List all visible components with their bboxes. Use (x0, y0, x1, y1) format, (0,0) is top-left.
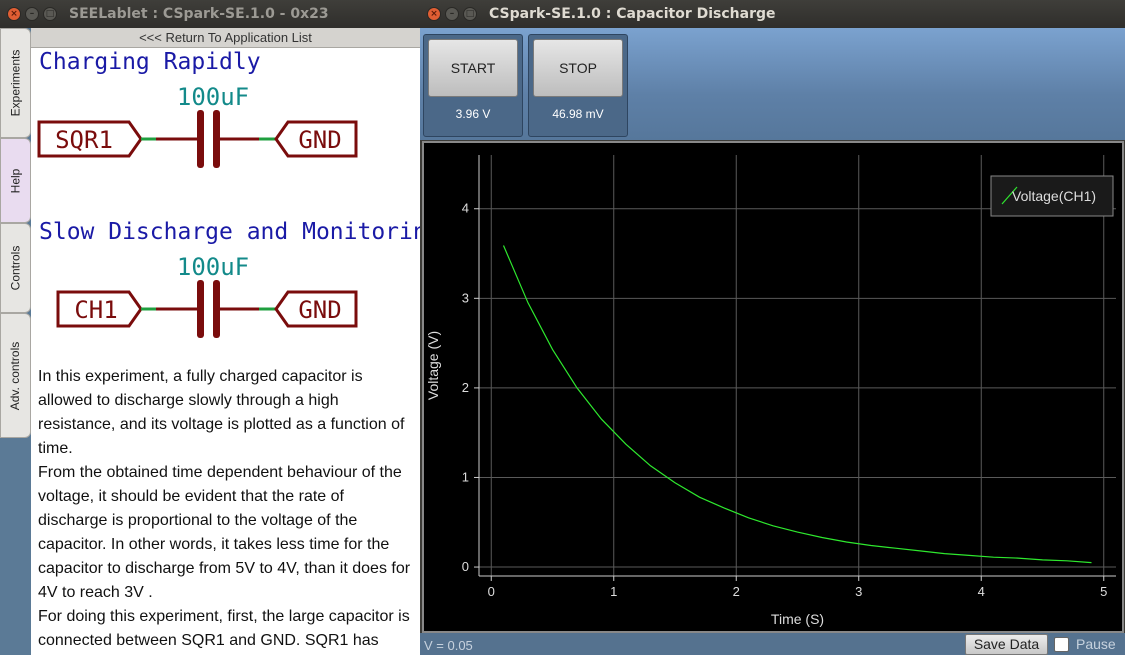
window-title: CSpark-SE.1.0 : Capacitor Discharge (489, 6, 776, 22)
help-paragraph: From the obtained time dependent behavio… (38, 464, 411, 601)
start-button[interactable]: START (428, 39, 518, 97)
return-to-app-list-link[interactable]: <<< Return To Application List (31, 28, 420, 48)
y-tick-label: 4 (462, 201, 469, 216)
tab-controls[interactable]: Controls (0, 223, 31, 313)
pause-label: Pause (1076, 636, 1116, 652)
right-titlebar: × – □ CSpark-SE.1.0 : Capacitor Discharg… (420, 0, 1125, 28)
tab-adv-controls[interactable]: Adv. controls (0, 313, 31, 438)
plot-grid (479, 155, 1116, 576)
legend-label: Voltage(CH1) (1012, 188, 1096, 204)
control-panel: START 3.96 V STOP 46.98 mV (420, 28, 1125, 140)
help-content: Charging Rapidly 100uF SQR1 GND Slow Dis… (31, 48, 420, 655)
tab-help[interactable]: Help (0, 138, 31, 223)
tab-experiments[interactable]: Experiments (0, 28, 31, 138)
capacitor-plate (197, 280, 204, 338)
tab-label: Controls (8, 245, 23, 291)
stop-value: 46.98 mV (552, 107, 604, 121)
capacitor-plate (197, 110, 204, 168)
y-tick-label: 3 (462, 290, 469, 305)
left-titlebar: × – □ SEELablet : CSpark-SE.1.0 - 0x23 (0, 0, 420, 28)
maximize-icon[interactable]: □ (463, 7, 477, 21)
status-bar: V = 0.05 Save Data Pause (420, 633, 1125, 655)
x-tick-label: 4 (978, 584, 985, 599)
minimize-icon[interactable]: – (445, 7, 459, 21)
minimize-icon[interactable]: – (25, 7, 39, 21)
status-readout: V = 0.05 (424, 638, 473, 653)
tab-label: Help (8, 168, 23, 193)
capacitor-plate (213, 110, 220, 168)
heading-charging: Charging Rapidly (39, 49, 261, 75)
help-description: In this experiment, a fully charged capa… (38, 365, 413, 653)
x-axis-label: Time (S) (771, 611, 824, 627)
heading-discharge: Slow Discharge and Monitoring (39, 219, 420, 245)
terminal-label-right: GND (298, 296, 341, 324)
y-tick-label: 2 (462, 380, 469, 395)
save-data-button[interactable]: Save Data (965, 634, 1048, 655)
terminal-label-left: CH1 (74, 296, 117, 324)
x-tick-label: 3 (855, 584, 862, 599)
circuit-diagram-discharge: 100uF CH1 GND (56, 253, 358, 338)
help-paragraph: For doing this experiment, first, the la… (38, 608, 410, 649)
start-control: START 3.96 V (423, 34, 523, 137)
x-tick-label: 0 (488, 584, 495, 599)
x-tick-label: 1 (610, 584, 617, 599)
tab-label: Experiments (8, 49, 23, 117)
help-window: × – □ SEELablet : CSpark-SE.1.0 - 0x23 E… (0, 0, 420, 655)
pause-checkbox[interactable] (1054, 637, 1069, 652)
plot-area[interactable]: 0 1 2 3 4 5 0 1 2 3 4 Time (S) Voltage (V) Voltage… (422, 141, 1124, 633)
help-paragraph: In this experiment, a fully charged capa… (38, 368, 405, 457)
stop-button[interactable]: STOP (533, 39, 623, 97)
side-tab-bar: Experiments Help Controls Adv. controls (0, 28, 31, 655)
capacitor-label: 100uF (177, 83, 249, 111)
plot-axes (474, 155, 1116, 581)
y-tick-label: 1 (462, 469, 469, 484)
start-value: 3.96 V (455, 107, 491, 121)
experiment-window: × – □ CSpark-SE.1.0 : Capacitor Discharg… (420, 0, 1125, 655)
stop-control: STOP 46.98 mV (528, 34, 628, 137)
circuit-diagram-charging: 100uF SQR1 GND (37, 83, 358, 168)
capacitor-label: 100uF (177, 253, 249, 281)
voltage-plot[interactable]: 0 1 2 3 4 5 0 1 2 3 4 Time (S) Voltage (V) Voltage… (424, 143, 1122, 631)
x-tick-label: 5 (1100, 584, 1107, 599)
window-title: SEELablet : CSpark-SE.1.0 - 0x23 (69, 6, 329, 22)
tick-labels: 0 1 2 3 4 5 0 1 2 3 4 (462, 201, 1108, 599)
terminal-label-right: GND (298, 126, 341, 154)
close-icon[interactable]: × (7, 7, 21, 21)
y-axis-label: Voltage (V) (425, 331, 441, 400)
y-tick-label: 0 (462, 559, 469, 574)
series-line-voltage (502, 245, 1092, 564)
x-tick-label: 2 (733, 584, 740, 599)
terminal-label-left: SQR1 (55, 126, 113, 154)
capacitor-plate (213, 280, 220, 338)
close-icon[interactable]: × (427, 7, 441, 21)
maximize-icon[interactable]: □ (43, 7, 57, 21)
legend[interactable]: Voltage(CH1) (990, 175, 1114, 217)
tab-label: Adv. controls (8, 341, 23, 410)
